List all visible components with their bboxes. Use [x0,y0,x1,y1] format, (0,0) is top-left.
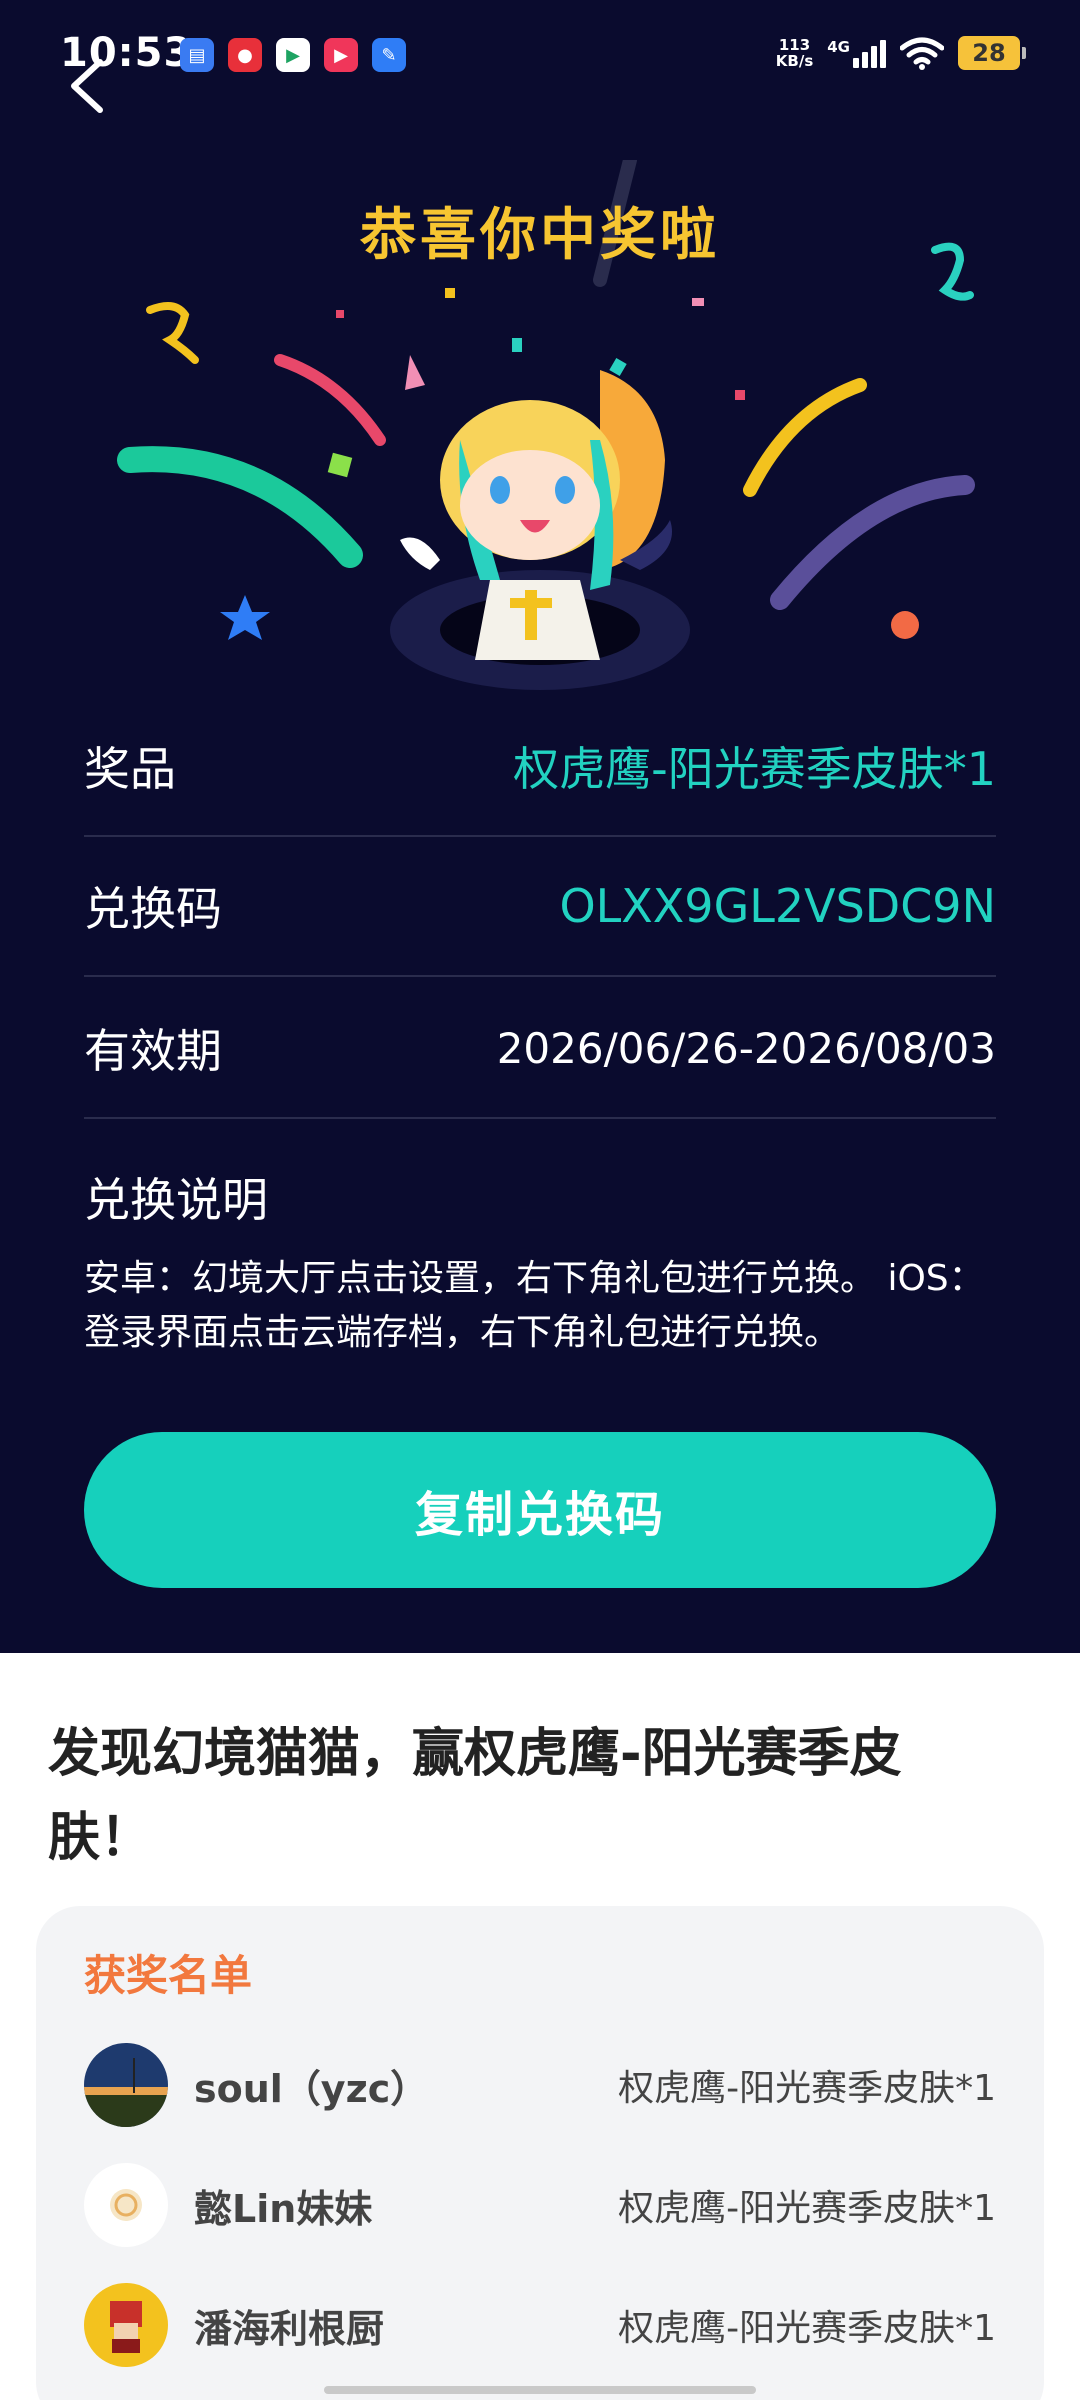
copy-code-button[interactable]: 复制兑换码 [84,1432,996,1588]
promo-title: 发现幻境猫猫，赢权虎鹰-阳光赛季皮 肤！ [48,1712,1008,1880]
status-bar: 10:53 ▤ ● ▶ ▶ ✎ 113 KB/s 4G 28 [0,0,1080,110]
winners-title: 获奖名单 [84,1951,253,2000]
winner-prize: 权虎鹰-阳光赛季皮肤*1 [618,2188,996,2229]
winner-name: 懿Lin妹妹 [194,2186,373,2231]
net-speed: 113 KB/s [776,37,813,69]
avatar [84,2283,168,2367]
instructions-line-1: 安卓：幻境大厅点击设置，右下角礼包进行兑换。 iOS： [84,1258,985,1299]
code-label: 兑换码 [84,882,222,936]
notification-app-icons: ▤ ● ▶ ▶ ✎ [180,38,406,72]
winner-prize: 权虎鹰-阳光赛季皮肤*1 [618,2308,996,2349]
winner-name: soul（yzc） [194,2066,429,2111]
network-type: 4G [827,38,850,56]
prize-row: 奖品 权虎鹰-阳光赛季皮肤*1 [84,697,996,837]
wifi-icon [900,37,944,70]
validity-row: 有效期 2026/06/26-2026/08/03 [84,979,996,1119]
winner-row: 懿Lin妹妹 权虎鹰-阳光赛季皮肤*1 [84,2162,996,2248]
winner-row: soul（yzc） 权虎鹰-阳光赛季皮肤*1 [84,2042,996,2128]
congrats-title: 恭喜你中奖啦 [360,203,720,268]
battery-icon: 28 [958,36,1026,70]
validity-label: 有效期 [84,1024,222,1078]
cellular-signal-icon: 4G [827,38,886,68]
redeem-code-value: OLXX9GL2VSDC9N [559,879,996,933]
winners-card: 获奖名单 soul（yzc） 权虎鹰-阳光赛季皮肤*1 懿Lin妹妹 权虎鹰-阳… [36,1906,1044,2400]
prize-label: 奖品 [84,742,176,796]
net-speed-value: 113 [778,36,811,54]
avatar [84,2043,168,2127]
instructions-title: 兑换说明 [84,1173,268,1227]
battery-level: 28 [972,39,1006,67]
avatar [84,2163,168,2247]
instructions-line-2: 登录界面点击云端存档，右下角礼包进行兑换。 [84,1312,841,1353]
net-speed-unit: KB/s [775,52,814,70]
home-indicator[interactable] [324,2386,756,2394]
video-app-icon: ▶ [324,38,358,72]
jd-app-icon: ● [228,38,262,72]
feather-app-icon: ✎ [372,38,406,72]
winner-row: 潘海利根厨 权虎鹰-阳光赛季皮肤*1 [84,2282,996,2368]
status-indicators: 113 KB/s 4G 28 [776,36,1026,70]
promo-title-line-2: 肤！ [48,1808,153,1868]
code-row: 兑换码 OLXX9GL2VSDC9N [84,837,996,977]
instructions-text: 安卓：幻境大厅点击设置，右下角礼包进行兑换。 iOS： 登录界面点击云端存档，右… [84,1252,1004,1360]
back-arrow-icon[interactable] [62,56,114,116]
validity-value: 2026/06/26-2026/08/03 [496,1023,996,1073]
play-store-icon: ▶ [276,38,310,72]
prize-value: 权虎鹰-阳光赛季皮肤*1 [513,742,996,796]
winner-name: 潘海利根厨 [194,2306,385,2351]
promo-title-line-1: 发现幻境猫猫，赢权虎鹰-阳光赛季皮 [48,1724,902,1784]
winner-prize: 权虎鹰-阳光赛季皮肤*1 [618,2068,996,2109]
files-app-icon: ▤ [180,38,214,72]
